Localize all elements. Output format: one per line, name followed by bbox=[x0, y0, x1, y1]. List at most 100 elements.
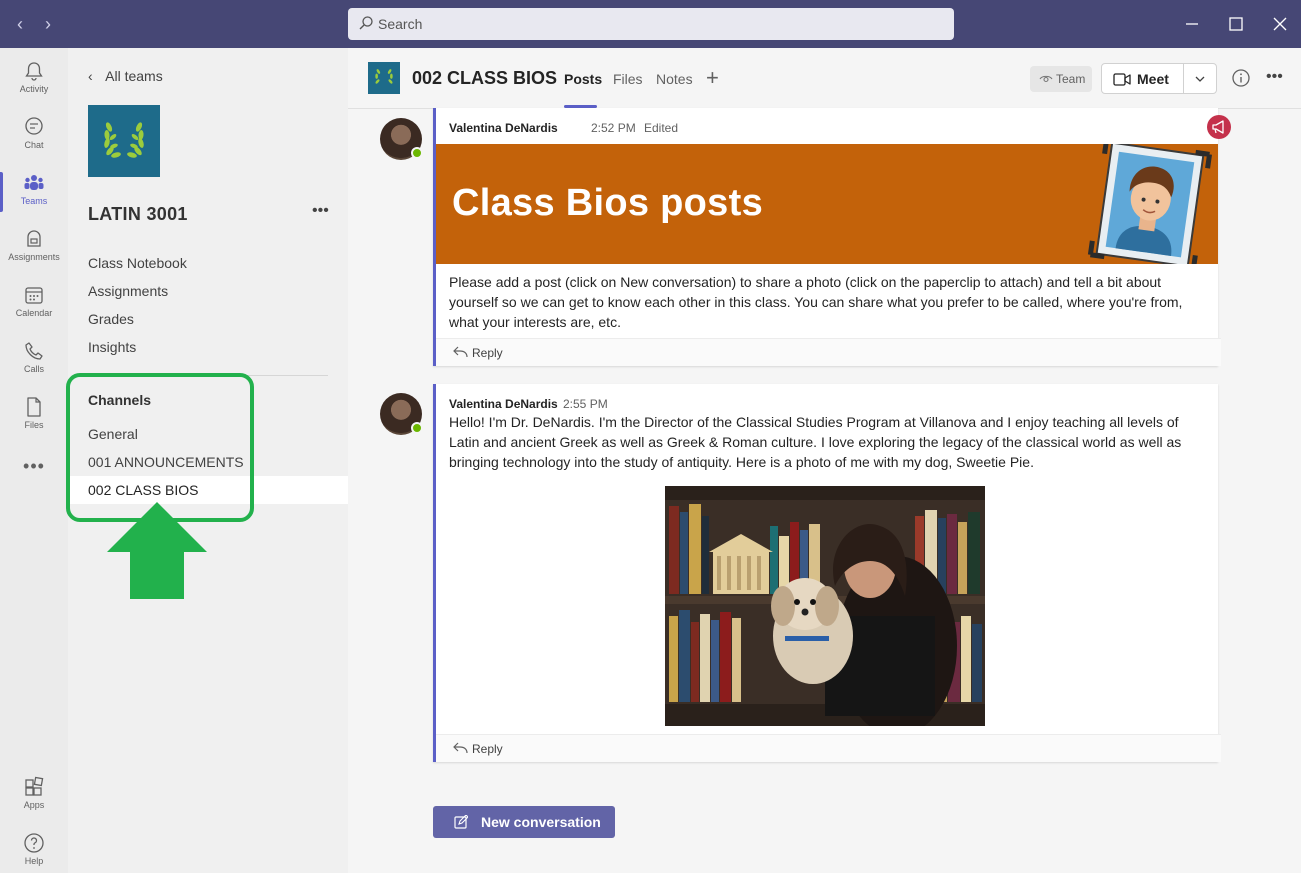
rail-more-icon[interactable]: ••• bbox=[0, 456, 68, 477]
team-visibility-button[interactable]: Team bbox=[1030, 66, 1092, 92]
phone-icon bbox=[25, 342, 43, 360]
all-teams-link[interactable]: ‹ All teams bbox=[88, 68, 163, 84]
post-body: Please add a post (click on New conversa… bbox=[449, 274, 1183, 330]
title-bar: ‹ › Search bbox=[0, 0, 1301, 48]
tab-notes[interactable]: Notes bbox=[656, 71, 693, 87]
rail-calls[interactable]: Calls bbox=[0, 332, 68, 388]
meet-button-label: Meet bbox=[1137, 71, 1169, 87]
post-photo[interactable] bbox=[665, 486, 985, 726]
team-tab-grades[interactable]: Grades bbox=[88, 311, 134, 327]
add-tab-icon[interactable]: + bbox=[706, 65, 719, 91]
post-time: 2:55 PM bbox=[563, 397, 608, 411]
reply-label: Reply bbox=[472, 742, 503, 756]
channel-title: 002 CLASS BIOS bbox=[412, 68, 558, 88]
apps-icon bbox=[25, 776, 44, 796]
rail-label-activity: Activity bbox=[19, 84, 49, 94]
team-logo bbox=[88, 105, 160, 177]
tab-files[interactable]: Files bbox=[613, 71, 643, 87]
maximize-icon[interactable] bbox=[1224, 12, 1248, 36]
teams-icon bbox=[24, 175, 44, 190]
info-icon[interactable] bbox=[1231, 68, 1251, 88]
channel-more-options-icon[interactable]: ••• bbox=[1266, 68, 1283, 86]
rail-apps[interactable]: Apps bbox=[0, 768, 68, 824]
team-name: LATIN 3001 bbox=[88, 204, 188, 224]
channel-team-logo bbox=[368, 62, 400, 94]
back-arrow-icon[interactable]: ‹ bbox=[10, 14, 30, 34]
reply-label: Reply bbox=[472, 346, 503, 360]
app-rail: Activity Chat Teams Assignments Calendar… bbox=[0, 48, 68, 873]
reply-arrow-icon bbox=[453, 346, 468, 358]
video-camera-icon bbox=[1113, 73, 1131, 86]
rail-label-chat: Chat bbox=[24, 140, 44, 150]
rail-activity[interactable]: Activity bbox=[0, 52, 68, 108]
rail-chat[interactable]: Chat bbox=[0, 108, 68, 164]
help-icon bbox=[24, 833, 44, 853]
rail-help[interactable]: Help bbox=[0, 824, 68, 873]
class-bios-banner: Class Bios posts bbox=[436, 144, 1218, 264]
search-icon bbox=[359, 16, 373, 30]
rail-label-files: Files bbox=[24, 420, 44, 430]
meet-divider bbox=[1183, 64, 1184, 93]
chat-icon bbox=[25, 117, 43, 135]
team-tab-insights[interactable]: Insights bbox=[88, 339, 136, 355]
compose-icon bbox=[454, 815, 468, 829]
rail-label-calendar: Calendar bbox=[15, 308, 53, 318]
post-card: Valentina DeNardis 2:52 PM Edited Class … bbox=[433, 108, 1221, 366]
green-arrow-icon bbox=[107, 502, 207, 599]
chevron-left-icon: ‹ bbox=[88, 68, 93, 84]
laurel-wreath-icon bbox=[104, 122, 144, 158]
assignments-icon bbox=[27, 230, 41, 247]
team-button-label: Team bbox=[1056, 72, 1086, 86]
banner-title: Class Bios posts bbox=[452, 182, 764, 224]
announcement-icon bbox=[1207, 115, 1231, 139]
new-conversation-button[interactable]: New conversation bbox=[433, 806, 615, 838]
channel-announcements[interactable]: 001 ANNOUNCEMENTS bbox=[68, 448, 348, 476]
team-more-options-icon[interactable]: ••• bbox=[312, 202, 329, 220]
rail-label-assignments: Assignments bbox=[8, 252, 60, 262]
rail-label-apps: Apps bbox=[23, 800, 45, 810]
reply-button[interactable]: Reply bbox=[436, 338, 1221, 366]
reply-arrow-icon bbox=[453, 742, 468, 754]
channels-heading[interactable]: Channels bbox=[88, 392, 151, 408]
forward-arrow-icon[interactable]: › bbox=[38, 14, 58, 34]
channel-general[interactable]: General bbox=[68, 420, 348, 448]
file-icon bbox=[27, 397, 41, 417]
rail-label-calls: Calls bbox=[23, 364, 44, 374]
reply-button[interactable]: Reply bbox=[436, 734, 1221, 762]
search-placeholder: Search bbox=[378, 16, 423, 32]
chevron-down-icon[interactable] bbox=[1193, 72, 1207, 86]
all-teams-label: All teams bbox=[105, 68, 163, 84]
portrait-frame-illustration bbox=[1087, 144, 1213, 264]
team-tab-class-notebook[interactable]: Class Notebook bbox=[88, 255, 187, 271]
minimize-icon[interactable] bbox=[1180, 12, 1204, 36]
close-icon[interactable] bbox=[1268, 12, 1292, 36]
rail-files[interactable]: Files bbox=[0, 388, 68, 444]
post-time: 2:52 PM bbox=[591, 121, 636, 135]
presence-available-icon bbox=[411, 422, 423, 434]
post-author[interactable]: Valentina DeNardis bbox=[449, 397, 558, 411]
laurel-wreath-small-icon bbox=[375, 69, 393, 84]
presence-available-icon bbox=[411, 147, 423, 159]
megaphone-icon bbox=[1212, 120, 1224, 134]
channel-main: 002 CLASS BIOS Posts Files Notes + Team … bbox=[348, 48, 1301, 873]
post-body: Hello! I'm Dr. DeNardis. I'm the Directo… bbox=[449, 414, 1182, 470]
rail-calendar[interactable]: Calendar bbox=[0, 276, 68, 332]
channel-class-bios[interactable]: 002 CLASS BIOS bbox=[68, 476, 348, 504]
meet-button[interactable]: Meet bbox=[1101, 63, 1217, 94]
rail-label-help: Help bbox=[24, 856, 44, 866]
channel-header: 002 CLASS BIOS Posts Files Notes + Team … bbox=[348, 48, 1301, 109]
new-conversation-label: New conversation bbox=[481, 814, 601, 830]
tab-posts[interactable]: Posts bbox=[564, 71, 602, 87]
bell-icon bbox=[25, 62, 43, 81]
search-input[interactable]: Search bbox=[348, 8, 954, 40]
post-author[interactable]: Valentina DeNardis bbox=[449, 121, 558, 135]
team-tab-assignments[interactable]: Assignments bbox=[88, 283, 168, 299]
photo-image bbox=[665, 486, 985, 726]
divider bbox=[88, 375, 328, 376]
team-pane: ‹ All teams LATIN 3001 ••• Class Noteboo… bbox=[68, 48, 348, 873]
post-edited-label: Edited bbox=[644, 121, 679, 135]
calendar-icon bbox=[25, 287, 43, 304]
rail-teams[interactable]: Teams bbox=[0, 164, 68, 220]
rail-assignments[interactable]: Assignments bbox=[0, 220, 68, 276]
rail-label-teams: Teams bbox=[20, 196, 48, 206]
